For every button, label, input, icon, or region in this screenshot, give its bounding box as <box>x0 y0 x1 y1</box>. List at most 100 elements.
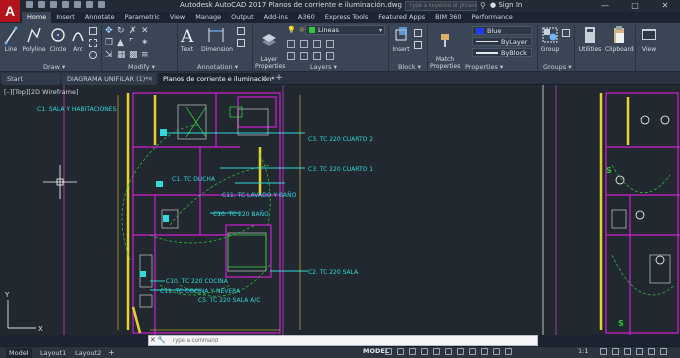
ungroup-icon[interactable] <box>562 29 570 37</box>
move-icon[interactable]: ✥ <box>105 27 113 36</box>
save-icon[interactable] <box>50 1 57 8</box>
rotate-icon[interactable]: ↻ <box>117 27 125 36</box>
layer-lock-icon[interactable] <box>313 52 321 60</box>
snap-icon[interactable] <box>397 348 404 355</box>
close-tab-icon[interactable]: ✕ <box>262 73 267 85</box>
tab-express-tools[interactable]: Express Tools <box>320 12 373 23</box>
layer-dropdown[interactable]: Lineas ▾ <box>305 25 385 35</box>
lineweight-dropdown[interactable]: ByBlock <box>472 48 532 57</box>
copy-icon[interactable]: ❐ <box>105 39 113 48</box>
otrack-icon[interactable] <box>445 348 452 355</box>
view-button[interactable]: View <box>640 25 658 53</box>
dimension-button[interactable]: Dimension <box>201 25 233 53</box>
color-dropdown[interactable]: Blue <box>472 26 532 35</box>
line-button[interactable]: Line <box>3 25 19 53</box>
lightbulb-icon[interactable]: 💡 <box>287 26 296 34</box>
tab-output[interactable]: Output <box>226 12 259 23</box>
undo-icon[interactable] <box>86 1 93 8</box>
ellipse-icon[interactable] <box>89 51 97 59</box>
rectangle-icon[interactable] <box>89 27 97 35</box>
leader-icon[interactable] <box>237 27 245 35</box>
clipboard-button[interactable]: Clipboard <box>605 25 634 53</box>
table-icon[interactable] <box>237 39 245 47</box>
text-button[interactable]: A Text <box>180 25 194 53</box>
transparency-icon[interactable] <box>469 348 476 355</box>
autoscale-icon[interactable] <box>505 348 512 355</box>
ortho-icon[interactable] <box>409 348 416 355</box>
layer-unlock-icon[interactable] <box>326 52 334 60</box>
tab-annotate[interactable]: Annotate <box>80 12 120 23</box>
gear-icon[interactable] <box>600 348 607 355</box>
make-current-icon[interactable] <box>287 40 295 48</box>
save-as-icon[interactable] <box>62 1 69 8</box>
circle-button[interactable]: Circle <box>49 25 67 53</box>
minimize-button[interactable]: — <box>590 0 620 12</box>
explode-icon[interactable]: ✶ <box>141 39 149 48</box>
new-icon[interactable] <box>26 1 33 8</box>
annotation-visibility-icon[interactable] <box>493 348 500 355</box>
create-block-icon[interactable] <box>414 29 422 37</box>
selection-cycling-icon[interactable] <box>481 348 488 355</box>
modify-panel-title[interactable]: Modify ▾ <box>128 63 155 71</box>
layers-panel-title[interactable]: Layers ▾ <box>310 63 337 71</box>
tab-view[interactable]: View <box>165 12 190 23</box>
match-properties-button[interactable]: Match Properties <box>430 25 460 70</box>
match-layer-icon[interactable] <box>300 40 308 48</box>
search-icon[interactable]: ⚲ <box>480 1 486 10</box>
grid-icon[interactable] <box>385 348 392 355</box>
new-tab-button[interactable]: + <box>274 73 284 84</box>
file-tab-planos[interactable]: Planos de corriente e iluminación* ✕ <box>158 73 275 85</box>
linetype-dropdown[interactable]: ByLayer <box>472 37 532 46</box>
tab-parametric[interactable]: Parametric <box>120 12 165 23</box>
lineweight-icon[interactable] <box>457 348 464 355</box>
redo-icon[interactable] <box>98 1 105 8</box>
annotation-scale[interactable]: 1:1 <box>578 347 588 355</box>
tab-manage[interactable]: Manage <box>190 12 226 23</box>
layer-properties-button[interactable]: Layer Properties <box>255 25 285 70</box>
command-line-close-icon[interactable]: ✕ 🔧 <box>150 336 166 344</box>
file-tab-start[interactable]: Start <box>2 73 60 85</box>
add-layout-icon[interactable]: + <box>108 348 115 358</box>
fillet-icon[interactable]: ⌜ <box>129 39 137 48</box>
file-tab-diagrama-unifilar[interactable]: DIAGRAMA UNIFILAR (1)* ✕ <box>62 73 156 85</box>
tab-model[interactable]: Model <box>6 348 32 358</box>
block-panel-title[interactable]: Block ▾ <box>398 63 421 71</box>
stretch-icon[interactable]: ⇲ <box>105 51 113 60</box>
viewport-controls[interactable]: [–][Top][2D Wireframe] <box>4 88 79 96</box>
properties-panel-title[interactable]: Properties ▾ <box>465 63 503 71</box>
plus-icon[interactable] <box>612 348 619 355</box>
array-icon[interactable]: ▩ <box>129 51 138 60</box>
drawing-canvas[interactable]: C1. SALA Y HABITACIONES C3. TC 220 CUART… <box>0 85 680 335</box>
tab-a360[interactable]: A360 <box>293 12 320 23</box>
open-icon[interactable] <box>38 1 45 8</box>
tab-add-ins[interactable]: Add-ins <box>259 12 293 23</box>
clean-screen-icon[interactable] <box>648 348 655 355</box>
insert-block-button[interactable]: Insert <box>391 25 411 53</box>
utilities-button[interactable]: Utilities <box>577 25 603 53</box>
erase-icon[interactable]: ✕ <box>141 27 149 36</box>
trim-icon[interactable]: ✗ <box>129 27 137 36</box>
layer-off-icon[interactable] <box>300 52 308 60</box>
tab-featured-apps[interactable]: Featured Apps <box>373 12 430 23</box>
tab-insert[interactable]: Insert <box>51 12 80 23</box>
draw-panel-title[interactable]: Draw ▾ <box>43 63 65 71</box>
mirror-icon[interactable]: ▲ <box>117 39 125 48</box>
layer-previous-icon[interactable] <box>313 40 321 48</box>
sign-in-link[interactable]: ● Sign In <box>490 1 522 9</box>
arc-button[interactable]: Arc <box>71 25 85 53</box>
plot-icon[interactable] <box>74 1 81 8</box>
group-button[interactable]: Group <box>540 25 560 53</box>
tab-layout1[interactable]: Layout1 <box>40 348 66 358</box>
offset-icon[interactable]: ≡ <box>141 51 149 60</box>
annotation-panel-title[interactable]: Annotation ▾ <box>197 63 238 71</box>
layer-isolate-icon[interactable] <box>326 40 334 48</box>
scale-icon[interactable]: ▦ <box>117 51 126 60</box>
tab-home[interactable]: Home <box>22 12 52 23</box>
tab-bim-360[interactable]: BIM 360 <box>430 12 466 23</box>
polar-icon[interactable] <box>421 348 428 355</box>
edit-block-icon[interactable] <box>414 41 422 49</box>
customization-icon[interactable] <box>660 348 667 355</box>
polyline-button[interactable]: Polyline <box>22 25 46 53</box>
close-tab-icon[interactable]: ✕ <box>148 73 153 85</box>
layer-freeze-icon[interactable] <box>287 52 295 60</box>
